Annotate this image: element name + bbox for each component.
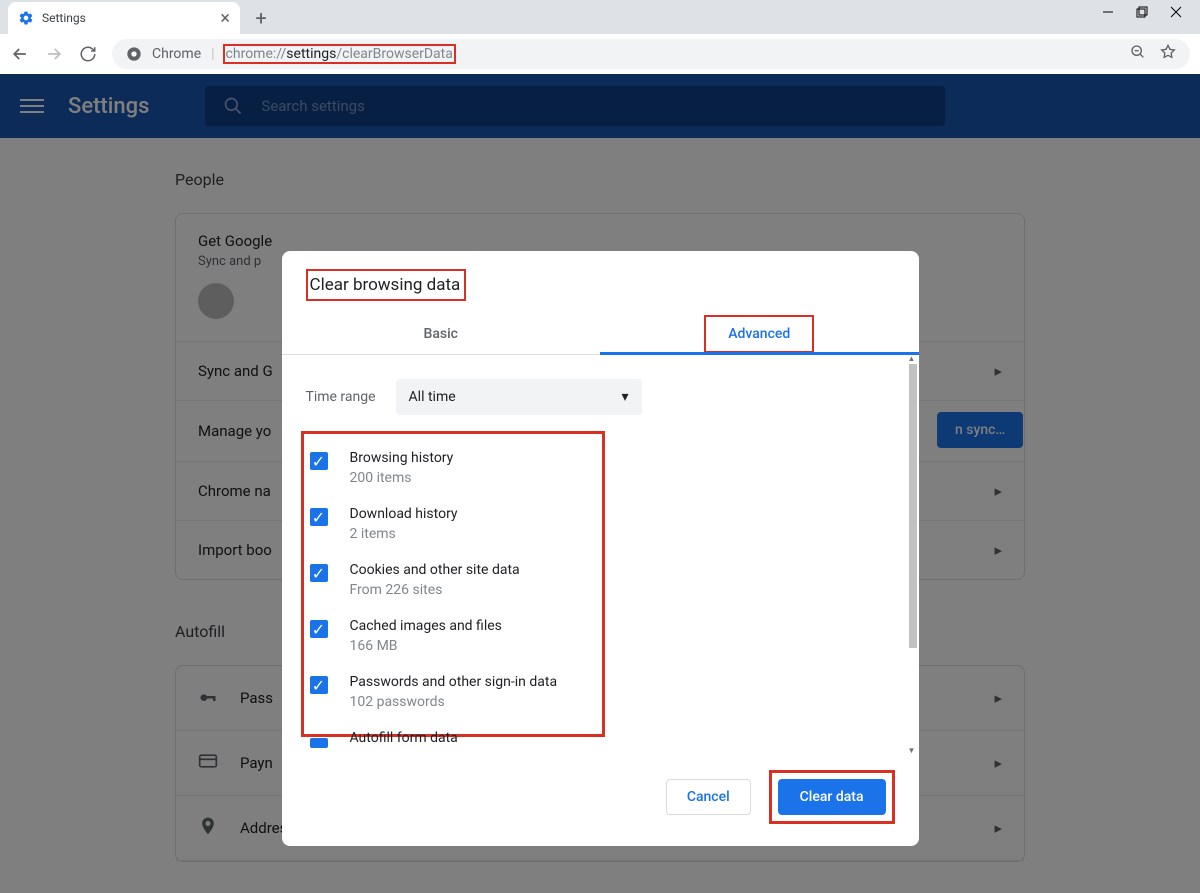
check-download-history[interactable]: ✓ Download history 2 items	[306, 496, 602, 552]
maximize-icon[interactable]	[1136, 3, 1148, 22]
forward-button[interactable]	[44, 44, 64, 64]
scrollbar-thumb[interactable]	[909, 364, 917, 648]
tab-title: Settings	[42, 11, 86, 25]
time-range-label: Time range	[306, 389, 376, 405]
chrome-icon	[126, 46, 142, 62]
tab-strip: Settings × +	[0, 0, 1200, 34]
zoom-icon[interactable]	[1130, 44, 1146, 64]
dialog-title: Clear browsing data	[306, 269, 467, 301]
check-autofill[interactable]: Autofill form data	[306, 720, 602, 748]
clear-data-button[interactable]: Clear data	[778, 779, 886, 815]
clear-data-highlight: Clear data	[769, 770, 895, 824]
checkbox-icon[interactable]: ✓	[310, 676, 328, 694]
checkbox-icon[interactable]: ✓	[310, 452, 328, 470]
close-tab-icon[interactable]: ×	[220, 8, 230, 29]
address-bar: Chrome | chrome://settings/clearBrowserD…	[0, 34, 1200, 74]
clear-browsing-data-dialog: Clear browsing data Basic Advanced Time …	[282, 251, 919, 846]
minimize-icon[interactable]	[1102, 3, 1114, 22]
scroll-up-icon[interactable]: ▲	[905, 355, 919, 363]
checkbox-icon[interactable]: ✓	[310, 564, 328, 582]
dialog-tabs: Basic Advanced	[282, 313, 919, 355]
gear-icon	[18, 10, 34, 26]
browser-tab[interactable]: Settings ×	[8, 2, 240, 34]
check-cookies[interactable]: ✓ Cookies and other site data From 226 s…	[306, 552, 602, 608]
dialog-body: Time range All time ▾ ✓ Browsing history…	[282, 355, 919, 754]
close-window-icon[interactable]	[1170, 3, 1182, 22]
cancel-button[interactable]: Cancel	[666, 779, 751, 815]
time-range-select[interactable]: All time ▾	[396, 379, 642, 415]
checkbox-icon[interactable]: ✓	[310, 620, 328, 638]
back-button[interactable]	[10, 44, 30, 64]
check-cache[interactable]: ✓ Cached images and files 166 MB	[306, 608, 602, 664]
reload-button[interactable]	[78, 44, 98, 64]
scroll-down-icon[interactable]: ▼	[905, 746, 919, 754]
scrollbar[interactable]: ▲ ▼	[907, 355, 919, 754]
modal-overlay: Clear browsing data Basic Advanced Time …	[0, 74, 1200, 893]
checklist: ✓ Browsing history 200 items ✓ Download …	[301, 431, 605, 737]
tab-basic[interactable]: Basic	[282, 313, 601, 354]
checkbox-icon[interactable]: ✓	[310, 508, 328, 526]
checkbox-icon[interactable]	[310, 738, 328, 748]
dropdown-icon: ▾	[622, 389, 629, 405]
dialog-actions: Cancel Clear data	[282, 754, 919, 846]
url-input[interactable]: Chrome | chrome://settings/clearBrowserD…	[112, 39, 1190, 69]
star-icon[interactable]	[1160, 44, 1176, 64]
window-controls	[1102, 3, 1200, 34]
check-browsing-history[interactable]: ✓ Browsing history 200 items	[306, 440, 602, 496]
browser-label: Chrome	[152, 46, 201, 62]
new-tab-button[interactable]: +	[248, 5, 274, 31]
url-display: chrome://settings/clearBrowserData	[223, 44, 456, 64]
tab-advanced[interactable]: Advanced	[600, 313, 919, 354]
check-passwords[interactable]: ✓ Passwords and other sign-in data 102 p…	[306, 664, 602, 720]
